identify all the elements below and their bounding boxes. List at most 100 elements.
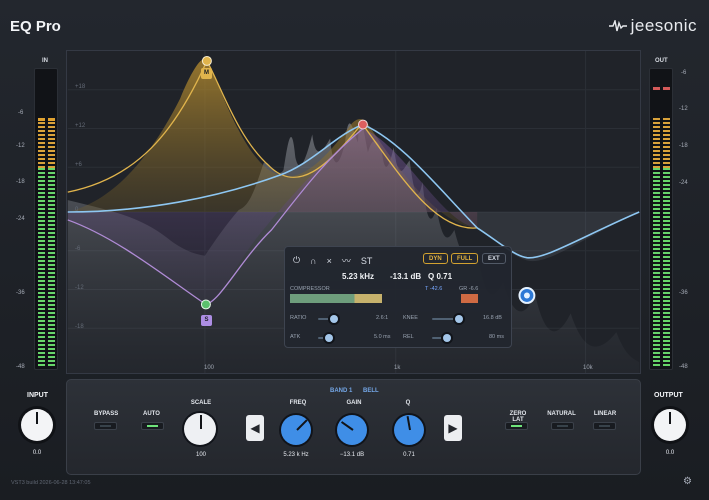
output-meter-right-bar xyxy=(663,118,670,366)
db-tick: +18 xyxy=(75,84,86,90)
input-peak-left xyxy=(38,118,45,121)
output-peak-right xyxy=(663,87,670,90)
ratio-value: 2.6:1 xyxy=(376,315,389,321)
bypass-led xyxy=(100,425,111,427)
output-scale-label: -18 xyxy=(679,143,688,149)
full-button[interactable]: FULL xyxy=(451,253,479,264)
input-label: INPUT xyxy=(27,392,48,399)
freq-knob-pointer xyxy=(296,419,308,431)
bell-shape-icon[interactable]: 〰 xyxy=(342,254,351,267)
knee-slider[interactable] xyxy=(432,315,463,323)
zero-latency-led xyxy=(511,425,522,427)
dyn-button[interactable]: DYN xyxy=(423,253,448,264)
q-knob-pointer xyxy=(406,416,411,431)
bypass-toggle[interactable] xyxy=(94,422,117,430)
headphones-icon[interactable]: ∩ xyxy=(310,256,316,266)
scale-knob-pointer xyxy=(200,414,202,429)
zero-latency-toggle[interactable] xyxy=(505,422,528,430)
attack-value: 5.0 ms xyxy=(374,334,391,340)
band-label: BAND 1 xyxy=(330,388,353,394)
freq-label: FREQ xyxy=(289,400,307,406)
input-scale-label: -24 xyxy=(16,216,25,222)
output-meter-left-bar xyxy=(653,118,660,366)
stereo-mode-button[interactable]: ST xyxy=(361,256,373,266)
input-meter-left-bar xyxy=(38,118,45,366)
input-knob-pointer xyxy=(36,412,38,424)
auto-led xyxy=(147,425,158,427)
ratio-slider-handle[interactable] xyxy=(330,315,338,323)
db-tick: +12 xyxy=(75,123,86,129)
natural-toggle[interactable] xyxy=(551,422,574,430)
input-scale-label: -6 xyxy=(18,110,24,116)
output-meter xyxy=(649,68,673,370)
output-scale-label: -24 xyxy=(679,180,688,186)
compressor-label: COMPRESSOR xyxy=(290,286,330,292)
output-peak-left xyxy=(653,87,660,90)
input-scale-label: -18 xyxy=(16,179,25,185)
natural-label: NATURAL xyxy=(547,411,576,417)
freq-knob[interactable] xyxy=(281,415,311,445)
output-knob[interactable] xyxy=(654,409,686,441)
linear-led xyxy=(599,425,610,427)
output-scale-label: -6 xyxy=(681,70,687,76)
knee-slider-handle[interactable] xyxy=(455,315,463,323)
q-value: 0.71 xyxy=(403,452,415,458)
linear-toggle[interactable] xyxy=(593,422,616,430)
output-scale-label: -36 xyxy=(679,290,688,296)
db-tick: -6 xyxy=(75,246,81,252)
input-scale-label: -48 xyxy=(16,364,25,370)
input-value: 0.0 xyxy=(32,450,42,456)
input-peak-right xyxy=(48,118,55,121)
input-scale-label: -12 xyxy=(16,143,25,149)
side-node-label[interactable]: S xyxy=(201,315,212,326)
close-icon[interactable]: × xyxy=(327,256,332,266)
scale-knob[interactable] xyxy=(184,413,216,445)
db-tick: -12 xyxy=(75,285,84,291)
attack-slider-handle[interactable] xyxy=(325,334,333,342)
q-label: Q xyxy=(405,400,411,406)
popup-frequency: 5.23 kHz xyxy=(342,272,375,281)
gain-knob[interactable] xyxy=(337,415,367,445)
freq-value: 5.23 k Hz xyxy=(283,452,309,458)
auto-toggle[interactable] xyxy=(141,422,164,430)
brand-logo: jeesonic xyxy=(608,16,697,36)
input-knob[interactable] xyxy=(21,409,53,441)
app-title: EQ Pro xyxy=(10,18,61,35)
band-popup: ⏻ ∩ × 〰 ST DYN FULL EXT 5.23 kHz -13.1 d… xyxy=(284,246,512,348)
output-value: 0.0 xyxy=(665,450,675,456)
knee-label: KNEE xyxy=(403,315,418,321)
output-knob-pointer xyxy=(669,412,671,424)
auto-label: AUTO xyxy=(143,411,160,417)
mid-node-label[interactable]: M xyxy=(201,68,212,79)
input-meter xyxy=(34,68,58,370)
gain-reduction-meter xyxy=(461,294,478,303)
db-tick: 0 xyxy=(75,207,79,213)
freq-tick: 10k xyxy=(583,365,593,371)
power-icon[interactable]: ⏻ xyxy=(293,255,300,266)
gear-icon[interactable]: ⚙ xyxy=(683,476,692,487)
natural-led xyxy=(557,425,568,427)
gain-knob-pointer xyxy=(341,421,354,431)
output-scale-label: -12 xyxy=(679,106,688,112)
attack-slider[interactable] xyxy=(318,334,333,342)
output-label: OUTPUT xyxy=(654,392,683,399)
previous-band-button[interactable]: ◀ xyxy=(246,415,264,441)
freq-tick: 1k xyxy=(394,365,401,371)
brand-name: jeesonic xyxy=(630,16,697,35)
attack-label: ATK xyxy=(290,334,301,340)
ext-button[interactable]: EXT xyxy=(482,253,506,264)
release-slider-handle[interactable] xyxy=(443,334,451,342)
db-tick: -18 xyxy=(75,324,84,330)
ratio-slider[interactable] xyxy=(318,315,338,323)
next-band-button[interactable]: ▶ xyxy=(444,415,462,441)
freq-tick: 100 xyxy=(204,365,215,371)
release-slider[interactable] xyxy=(432,334,451,342)
band-control-panel: BAND 1 BELL BYPASS AUTO SCALE 100 ◀ FREQ… xyxy=(66,379,641,475)
scale-label: SCALE xyxy=(190,400,212,406)
output-scale-label: -48 xyxy=(679,364,688,370)
ratio-label: RATIO xyxy=(290,315,307,321)
q-knob[interactable] xyxy=(394,415,424,445)
input-meter-right-bar xyxy=(48,118,55,366)
output-meter-label: OUT xyxy=(655,58,668,64)
popup-mode-icons: ⏻ ∩ × 〰 ST xyxy=(293,254,372,267)
